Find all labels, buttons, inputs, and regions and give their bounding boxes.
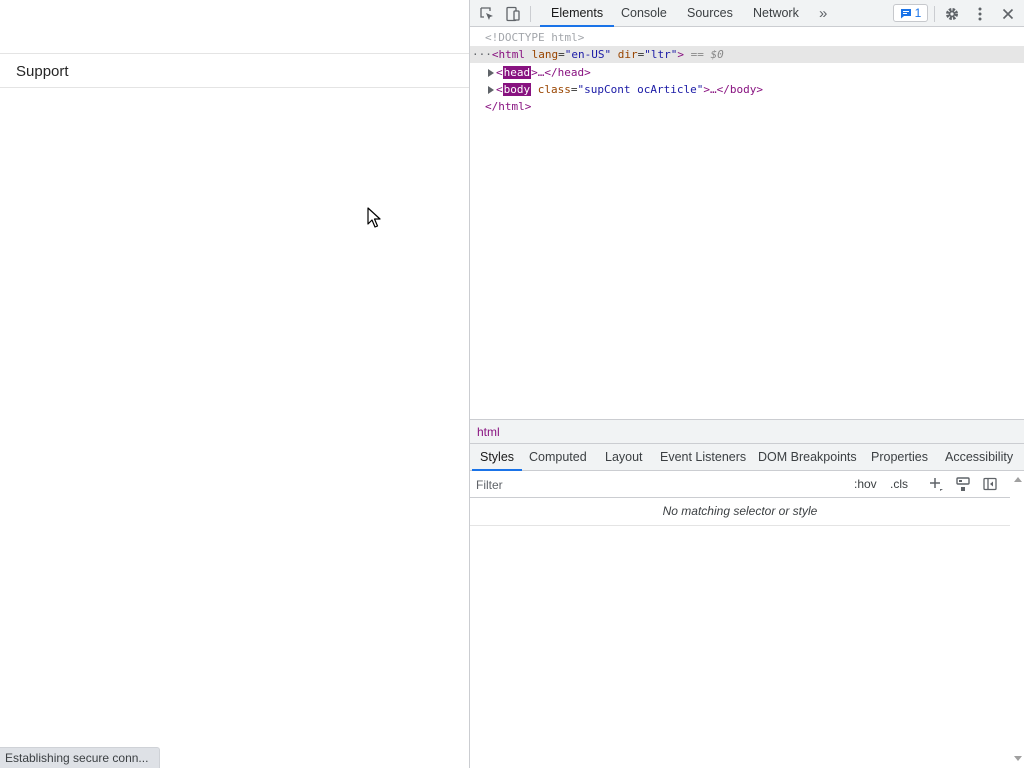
hover-state-button[interactable]: :hov <box>854 477 877 491</box>
more-tabs-icon[interactable]: » <box>819 0 827 27</box>
expand-triangle-icon[interactable] <box>488 69 494 77</box>
dom-head-line[interactable]: <head>…</head> <box>470 64 1024 81</box>
inspect-element-icon[interactable] <box>477 4 497 24</box>
tab-properties[interactable]: Properties <box>871 444 928 471</box>
page-title[interactable]: Support <box>16 63 69 80</box>
device-toolbar-icon[interactable] <box>503 4 523 24</box>
devtools-panel: Elements Console Sources Network » 1 <!D… <box>469 0 1024 768</box>
html-open-tag: <html <box>491 48 525 61</box>
dom-tree: <!DOCTYPE html> ···<html lang="en-US" di… <box>470 28 1024 418</box>
settings-gear-icon[interactable] <box>942 4 962 24</box>
no-match-message: No matching selector or style <box>662 504 818 518</box>
tab-sources[interactable]: Sources <box>687 0 733 27</box>
tab-accessibility[interactable]: Accessibility <box>945 444 1013 471</box>
issues-icon <box>900 8 911 18</box>
body-collapsed: >…</body> <box>703 83 763 96</box>
attr-value-lang: "en-US" <box>564 48 612 61</box>
tab-console[interactable]: Console <box>621 0 667 27</box>
devtools-toolbar: Elements Console Sources Network » 1 <box>470 0 1024 27</box>
status-bubble: Establishing secure conn... <box>0 747 161 768</box>
class-toggle-button[interactable]: .cls <box>890 477 908 491</box>
new-style-rule-icon[interactable] <box>928 476 944 492</box>
styles-filter-bar: :hov .cls <box>470 471 1010 498</box>
selected-node-marker: == $0 <box>690 48 724 61</box>
tab-computed[interactable]: Computed <box>529 444 587 471</box>
more-options-icon[interactable] <box>970 4 990 24</box>
attr-name-lang: lang <box>531 48 559 61</box>
attr-name-dir: dir <box>617 48 638 61</box>
node-ellipsis-icon[interactable]: ··· <box>472 48 492 61</box>
html-close-bracket: > <box>677 48 684 61</box>
mouse-cursor-icon <box>367 207 381 228</box>
dom-doctype-line[interactable]: <!DOCTYPE html> <box>470 29 1024 46</box>
dom-html-line[interactable]: ···<html lang="en-US" dir="ltr"> == $0 <box>470 46 1024 63</box>
tab-network[interactable]: Network <box>753 0 799 27</box>
page-header: Support <box>0 54 469 88</box>
issues-count: 1 <box>914 6 922 20</box>
html-close-tag: </html> <box>485 100 532 113</box>
toolbar-separator <box>934 6 935 22</box>
tab-elements[interactable]: Elements <box>540 0 615 27</box>
toolbar-separator <box>530 6 531 22</box>
element-state-paint-icon[interactable] <box>955 476 971 492</box>
styles-scrollbar[interactable] <box>1010 471 1024 768</box>
styles-subtabs: Styles Computed Layout Event Listeners D… <box>470 444 1024 471</box>
dom-html-close-line[interactable]: </html> <box>470 98 1024 115</box>
tab-dom-breakpoints[interactable]: DOM Breakpoints <box>758 444 857 471</box>
close-devtools-icon[interactable] <box>998 4 1018 24</box>
issues-badge[interactable]: 1 <box>893 4 928 22</box>
scroll-up-arrow-icon[interactable] <box>1014 477 1022 482</box>
attr-name-class: class <box>537 83 571 96</box>
scroll-down-arrow-icon[interactable] <box>1014 756 1022 761</box>
tab-event-listeners[interactable]: Event Listeners <box>660 444 746 471</box>
page-viewport: Support Establishing secure conn... <box>0 0 469 768</box>
dom-body-line[interactable]: <body class="supCont ocArticle">…</body> <box>470 81 1024 98</box>
breadcrumb: html <box>470 419 1024 444</box>
attr-value-class: "supCont ocArticle" <box>577 83 704 96</box>
head-collapsed: >…</head> <box>531 66 591 79</box>
page-top-bar <box>0 0 469 54</box>
expand-triangle-icon[interactable] <box>488 86 494 94</box>
breadcrumb-item-html[interactable]: html <box>477 425 500 439</box>
body-tag: body <box>502 83 532 96</box>
tab-layout[interactable]: Layout <box>605 444 643 471</box>
tab-styles[interactable]: Styles <box>472 444 523 471</box>
toggle-sidebar-icon[interactable] <box>982 476 998 492</box>
filter-input[interactable] <box>476 475 846 494</box>
divider <box>470 525 1010 526</box>
head-tag: head <box>502 66 532 79</box>
doctype-text: <!DOCTYPE html> <box>485 31 585 44</box>
attr-value-dir: "ltr" <box>644 48 678 61</box>
